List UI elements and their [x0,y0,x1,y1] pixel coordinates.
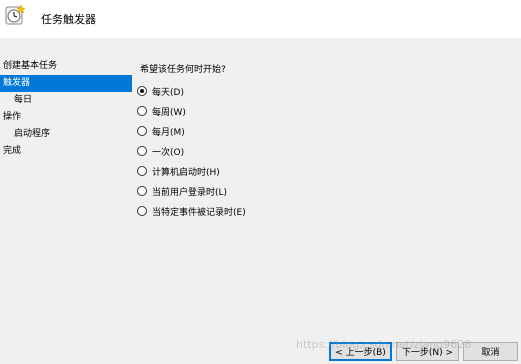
radio-button-event-logged[interactable] [137,206,147,216]
radio-label-weekly[interactable]: 每周(W) [152,105,186,118]
radio-button-weekly[interactable] [137,106,147,116]
radio-label-daily[interactable]: 每天(D) [152,85,184,98]
nav-item-finish[interactable]: 完成 [0,143,132,160]
trigger-radio-group: 每天(D) 每周(W) 每月(M) 一次(O) 计算机启动时(H) 当前用户登录… [137,81,246,221]
radio-button-monthly[interactable] [137,126,147,136]
wizard-step-list: 创建基本任务 触发器 每日 操作 启动程序 完成 [0,58,132,160]
wizard-body: 创建基本任务 触发器 每日 操作 启动程序 完成 希望该任务何时开始? 每天(D… [0,38,521,364]
radio-button-user-logon[interactable] [137,186,147,196]
radio-label-monthly[interactable]: 每月(M) [152,125,185,138]
radio-option-user-logon[interactable]: 当前用户登录时(L) [137,181,246,201]
radio-option-once[interactable]: 一次(O) [137,141,246,161]
nav-item-trigger[interactable]: 触发器 [0,75,132,92]
page-title: 任务触发器 [41,13,96,26]
radio-label-event-logged[interactable]: 当特定事件被记录时(E) [152,205,246,218]
radio-option-daily[interactable]: 每天(D) [137,81,246,101]
trigger-question: 希望该任务何时开始? [140,65,226,75]
radio-label-computer-startup[interactable]: 计算机启动时(H) [152,165,220,178]
radio-label-once[interactable]: 一次(O) [152,145,184,158]
radio-button-daily[interactable] [137,86,147,96]
radio-label-user-logon[interactable]: 当前用户登录时(L) [152,185,227,198]
task-scheduler-clock-icon [4,4,26,26]
wizard-header: 任务触发器 [0,0,521,38]
nav-item-daily[interactable]: 每日 [0,92,132,109]
radio-option-event-logged[interactable]: 当特定事件被记录时(E) [137,201,246,221]
cancel-button[interactable]: 取消 [463,342,518,361]
radio-option-computer-startup[interactable]: 计算机启动时(H) [137,161,246,181]
radio-option-monthly[interactable]: 每月(M) [137,121,246,141]
radio-button-computer-startup[interactable] [137,166,147,176]
radio-option-weekly[interactable]: 每周(W) [137,101,246,121]
back-button[interactable]: < 上一步(B) [329,342,392,361]
nav-item-create-basic-task[interactable]: 创建基本任务 [0,58,132,75]
next-button[interactable]: 下一步(N) > [396,342,459,361]
nav-item-start-program[interactable]: 启动程序 [0,126,132,143]
radio-button-once[interactable] [137,146,147,156]
nav-item-action[interactable]: 操作 [0,109,132,126]
